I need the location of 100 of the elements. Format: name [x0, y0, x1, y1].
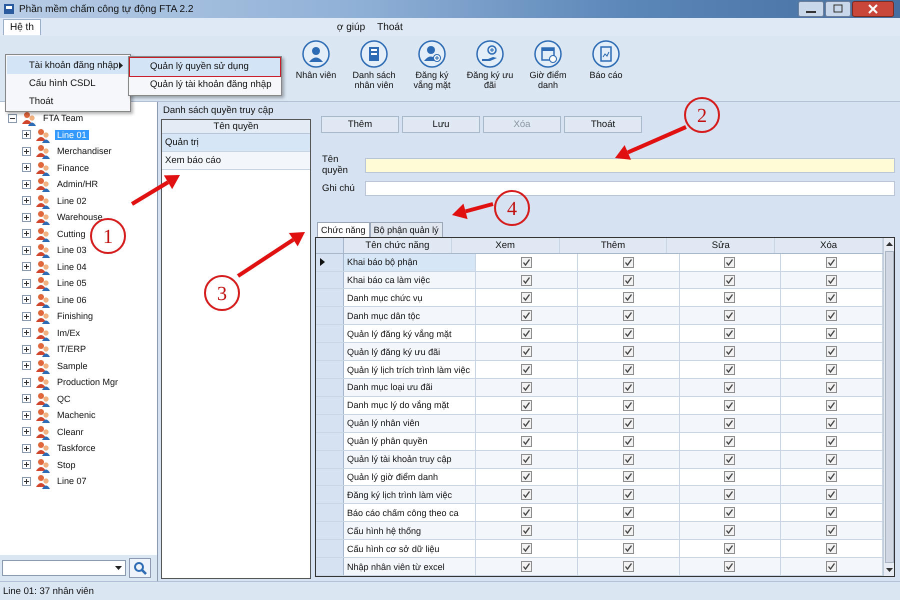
- tree-item[interactable]: Line 07: [55, 476, 89, 486]
- checkbox[interactable]: [826, 471, 838, 482]
- expand-icon[interactable]: [22, 212, 31, 222]
- checkbox[interactable]: [724, 310, 736, 322]
- checkbox[interactable]: [826, 382, 838, 393]
- expand-icon[interactable]: [22, 180, 31, 189]
- checkbox[interactable]: [826, 561, 838, 572]
- menu-item[interactable]: Thoát: [371, 20, 409, 34]
- toolbar-button[interactable]: Báo cáo: [582, 40, 630, 80]
- checkbox[interactable]: [520, 454, 532, 465]
- menu-item[interactable]: Tài khoản đăng nhập: [7, 56, 129, 74]
- toolbar-button[interactable]: Giờ điểm danh: [524, 40, 572, 90]
- tab[interactable]: Bộ phận quản lý: [370, 222, 443, 237]
- checkbox[interactable]: [826, 507, 838, 518]
- checkbox[interactable]: [724, 382, 736, 393]
- checkbox[interactable]: [622, 364, 634, 376]
- tree-item[interactable]: Im/Ex: [55, 328, 82, 338]
- checkbox[interactable]: [520, 382, 532, 393]
- checkbox[interactable]: [520, 310, 532, 322]
- tree-item[interactable]: Merchandiser: [55, 146, 114, 156]
- tree-item[interactable]: Line 04: [55, 262, 89, 272]
- search-button[interactable]: [129, 558, 151, 578]
- checkbox[interactable]: [520, 364, 532, 376]
- input-field[interactable]: [365, 181, 895, 196]
- row-header[interactable]: [316, 254, 344, 271]
- checkbox[interactable]: [724, 346, 736, 358]
- checkbox[interactable]: [622, 328, 634, 340]
- checkbox[interactable]: [622, 400, 634, 411]
- checkbox[interactable]: [622, 543, 634, 554]
- tree-item[interactable]: Sample: [55, 360, 90, 371]
- tree-item[interactable]: Taskforce: [55, 443, 98, 454]
- checkbox[interactable]: [520, 489, 532, 500]
- checkbox[interactable]: [826, 292, 838, 304]
- tab[interactable]: Chức năng: [317, 222, 370, 237]
- checkbox[interactable]: [724, 256, 736, 268]
- checkbox[interactable]: [724, 418, 736, 429]
- checkbox[interactable]: [622, 274, 634, 286]
- menu-item[interactable]: Quản lý tài khoản đăng nhập: [130, 76, 280, 94]
- checkbox[interactable]: [724, 436, 736, 447]
- checkbox[interactable]: [520, 561, 532, 572]
- checkbox[interactable]: [724, 489, 736, 500]
- checkbox[interactable]: [520, 507, 532, 518]
- expand-icon[interactable]: [22, 163, 31, 172]
- checkbox[interactable]: [622, 292, 634, 304]
- checkbox[interactable]: [724, 561, 736, 572]
- menu-item[interactable]: Hệ th: [3, 19, 41, 35]
- expand-icon[interactable]: [22, 146, 31, 156]
- tree-item[interactable]: Cutting: [55, 228, 88, 239]
- action-button[interactable]: Thêm: [321, 116, 399, 133]
- checkbox[interactable]: [826, 364, 838, 376]
- checkbox[interactable]: [724, 274, 736, 286]
- expand-icon[interactable]: [22, 130, 31, 140]
- toolbar-button[interactable]: Đăng ký vắng mặt: [408, 40, 456, 90]
- checkbox[interactable]: [520, 346, 532, 358]
- action-button[interactable]: Lưu: [402, 116, 480, 133]
- checkbox[interactable]: [622, 561, 634, 572]
- toolbar-button[interactable]: Danh sách nhân viên: [350, 40, 398, 90]
- checkbox[interactable]: [724, 525, 736, 536]
- checkbox[interactable]: [826, 525, 838, 536]
- list-item[interactable]: Xem báo cáo: [162, 152, 310, 170]
- tree-item[interactable]: Stop: [55, 460, 78, 470]
- checkbox[interactable]: [724, 507, 736, 518]
- checkbox[interactable]: [520, 418, 532, 429]
- toolbar-button[interactable]: Nhân viên: [292, 40, 340, 80]
- checkbox[interactable]: [622, 454, 634, 465]
- action-button[interactable]: Thoát: [564, 116, 642, 133]
- checkbox[interactable]: [826, 489, 838, 500]
- checkbox[interactable]: [724, 471, 736, 482]
- checkbox[interactable]: [622, 310, 634, 322]
- checkbox[interactable]: [622, 507, 634, 518]
- checkbox[interactable]: [724, 292, 736, 304]
- toolbar-button[interactable]: Đăng ký ưu đãi: [466, 40, 514, 90]
- checkbox[interactable]: [520, 292, 532, 304]
- checkbox[interactable]: [622, 346, 634, 358]
- tree-item[interactable]: FTA Team: [41, 113, 86, 124]
- scroll-up-icon[interactable]: [884, 241, 894, 247]
- checkbox[interactable]: [622, 382, 634, 393]
- list-item[interactable]: Quản trị: [162, 134, 310, 152]
- checkbox[interactable]: [520, 436, 532, 447]
- checkbox[interactable]: [520, 400, 532, 411]
- scrollbar[interactable]: [883, 238, 894, 576]
- maximize-button[interactable]: [825, 1, 851, 17]
- tree-item[interactable]: QC: [55, 394, 72, 404]
- checkbox[interactable]: [826, 328, 838, 340]
- menu-item[interactable]: ợ giúp: [330, 20, 372, 34]
- tree-item[interactable]: Line 03: [55, 245, 89, 256]
- expand-icon[interactable]: [22, 246, 31, 255]
- tree-item[interactable]: Line 02: [55, 196, 89, 206]
- expand-icon[interactable]: [22, 378, 31, 387]
- tree-item[interactable]: Finance: [55, 162, 92, 173]
- scroll-down-icon[interactable]: [884, 567, 894, 573]
- checkbox[interactable]: [622, 418, 634, 429]
- checkbox[interactable]: [826, 274, 838, 286]
- expand-icon[interactable]: [22, 394, 31, 404]
- expand-icon[interactable]: [22, 344, 31, 354]
- expand-icon[interactable]: [22, 476, 31, 486]
- collapse-icon[interactable]: [8, 114, 17, 123]
- checkbox[interactable]: [724, 454, 736, 465]
- checkbox[interactable]: [622, 256, 634, 268]
- tree-item[interactable]: Finishing: [55, 311, 96, 322]
